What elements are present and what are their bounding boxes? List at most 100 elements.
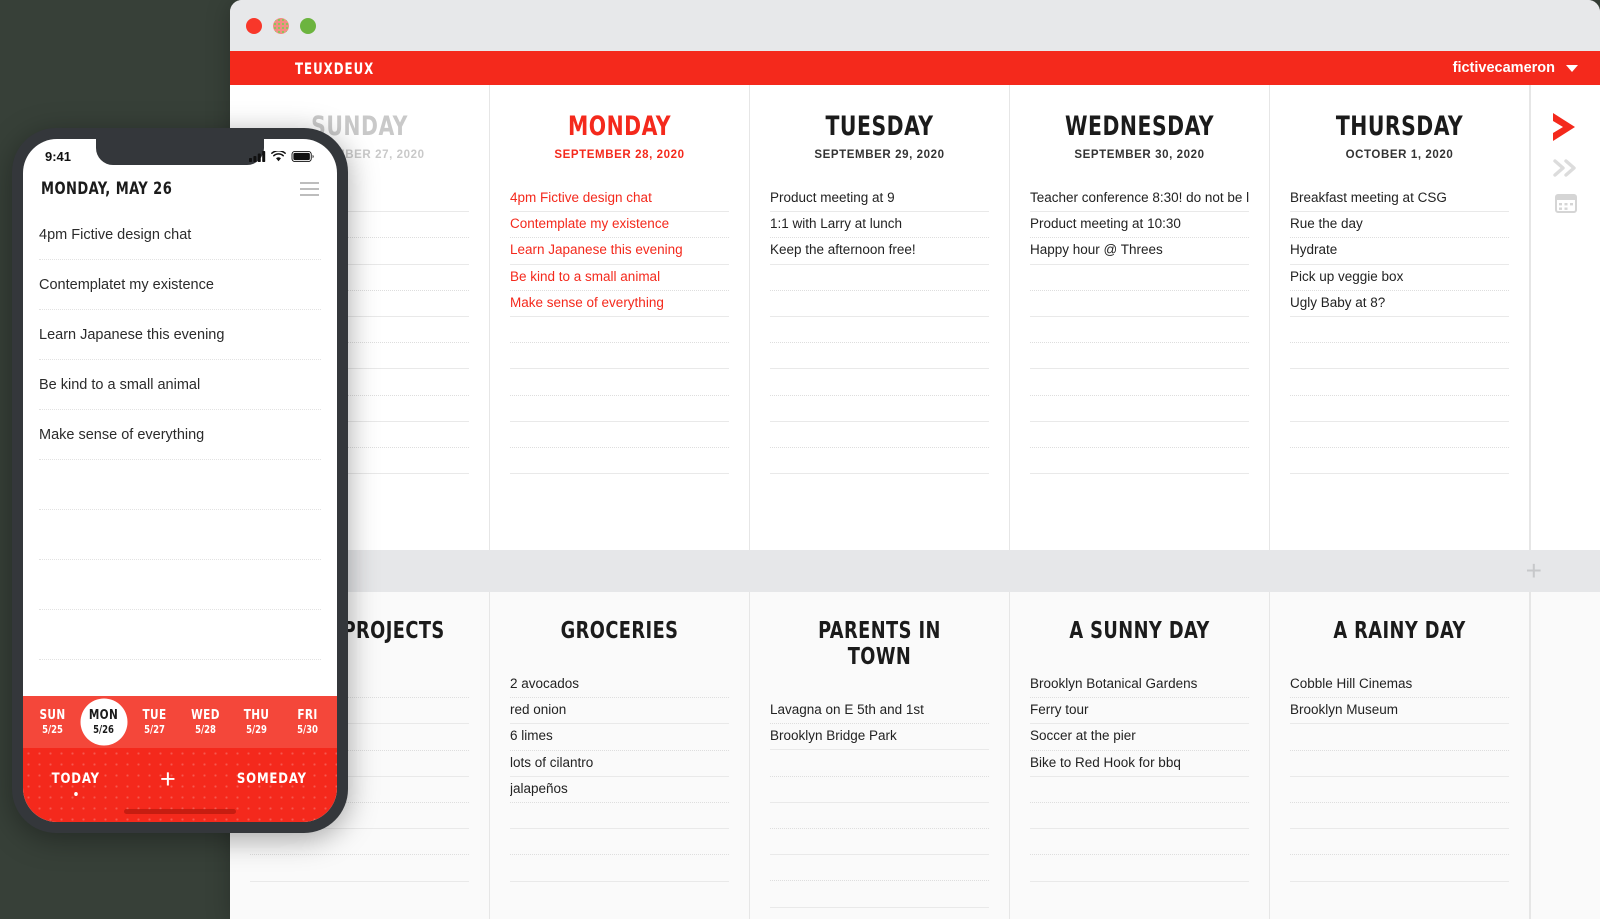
list-item[interactable]: Soccer at the pier	[1030, 724, 1249, 751]
todo-item[interactable]: Rue the day	[1290, 212, 1509, 239]
list-item[interactable]	[770, 829, 989, 856]
day-chip-tue[interactable]: TUE 5/27	[129, 708, 180, 736]
todo-item[interactable]	[510, 369, 729, 396]
list-item[interactable]	[770, 803, 989, 829]
list-item[interactable]: Bike to Red Hook for bbq	[1030, 751, 1249, 777]
todo-item[interactable]	[510, 422, 729, 448]
list-item[interactable]	[1290, 777, 1509, 803]
phone-todo-item[interactable]: Learn Japanese this evening	[39, 310, 321, 360]
double-chevron-right-icon[interactable]	[1552, 159, 1579, 177]
todo-item[interactable]: Happy hour @ Threes	[1030, 238, 1249, 265]
list-item[interactable]	[1030, 803, 1249, 830]
phone-todo-item[interactable]: 4pm Fictive design chat	[39, 210, 321, 260]
list-item[interactable]: Brooklyn Bridge Park	[770, 724, 989, 751]
todo-item[interactable]	[770, 343, 989, 370]
add-todo-button[interactable]: +	[160, 765, 176, 805]
todo-item[interactable]	[510, 396, 729, 422]
todo-item[interactable]: Product meeting at 10:30	[1030, 212, 1249, 239]
chevron-right-icon[interactable]	[1549, 111, 1583, 143]
todo-item[interactable]	[510, 317, 729, 344]
todo-item[interactable]	[770, 448, 989, 475]
todo-item[interactable]: 4pm Fictive design chat	[510, 186, 729, 213]
todo-item[interactable]	[1030, 448, 1249, 475]
todo-item[interactable]: Pick up veggie box	[1290, 265, 1509, 291]
phone-todo-item[interactable]	[39, 610, 321, 660]
hamburger-menu-icon[interactable]	[300, 181, 319, 196]
todo-item[interactable]	[1030, 422, 1249, 448]
todo-item[interactable]: Hydrate	[1290, 238, 1509, 265]
phone-todo-item[interactable]: Be kind to a small animal	[39, 360, 321, 410]
list-item[interactable]: Brooklyn Botanical Gardens	[1030, 672, 1249, 699]
list-item[interactable]: 2 avocados	[510, 672, 729, 699]
todo-item[interactable]	[510, 343, 729, 370]
list-item[interactable]	[1030, 777, 1249, 803]
day-chip-wed[interactable]: WED 5/28	[180, 708, 231, 736]
list-title[interactable]: PARENTS IN TOWN	[785, 618, 973, 670]
todo-item[interactable]	[770, 291, 989, 317]
list-item[interactable]	[510, 803, 729, 830]
add-list-button[interactable]: +	[1526, 557, 1542, 585]
todo-item[interactable]	[1290, 396, 1509, 422]
todo-item[interactable]	[1030, 265, 1249, 291]
todo-item[interactable]: Make sense of everything	[510, 291, 729, 317]
list-title[interactable]: A SUNNY DAY	[1045, 618, 1233, 644]
todo-item[interactable]: Be kind to a small animal	[510, 265, 729, 291]
list-item[interactable]	[770, 750, 989, 777]
zoom-window-button[interactable]	[300, 17, 316, 34]
phone-todo-item[interactable]	[39, 510, 321, 560]
list-item[interactable]	[510, 829, 729, 856]
user-menu[interactable]: fictivecameron	[1453, 60, 1578, 76]
day-chip-sun[interactable]: SUN 5/25	[27, 708, 78, 736]
phone-todo-item[interactable]: Make sense of everything	[39, 410, 321, 460]
list-item[interactable]	[1030, 855, 1249, 882]
list-title[interactable]: A RAINY DAY	[1305, 618, 1493, 644]
todo-item[interactable]	[1290, 448, 1509, 475]
todo-item[interactable]: Contemplate my existence	[510, 212, 729, 239]
todo-item[interactable]	[770, 422, 989, 448]
day-chip-fri[interactable]: FRI 5/30	[282, 708, 333, 736]
list-item[interactable]: Brooklyn Museum	[1290, 698, 1509, 725]
list-title[interactable]: GROCERIES	[525, 618, 713, 644]
list-item[interactable]	[250, 855, 469, 882]
list-item[interactable]	[1290, 829, 1509, 856]
list-item[interactable]	[510, 855, 729, 882]
todo-item[interactable]	[1030, 317, 1249, 344]
list-item[interactable]	[770, 777, 989, 803]
todo-item[interactable]	[1290, 369, 1509, 396]
app-logo[interactable]: TEUXDEUX	[295, 59, 374, 78]
list-item[interactable]	[770, 881, 989, 908]
close-window-button[interactable]	[246, 17, 262, 34]
todo-item[interactable]	[770, 265, 989, 291]
list-item[interactable]	[1290, 855, 1509, 882]
list-item[interactable]	[250, 829, 469, 856]
someday-button[interactable]: SOMEDAY	[237, 771, 307, 799]
list-item[interactable]	[1030, 829, 1249, 856]
phone-todo-item[interactable]	[39, 560, 321, 610]
todo-item[interactable]	[1290, 422, 1509, 448]
list-item[interactable]: red onion	[510, 698, 729, 725]
todo-item[interactable]	[510, 448, 729, 475]
list-item[interactable]: lots of cilantro	[510, 751, 729, 777]
minimize-window-button[interactable]	[273, 17, 289, 34]
todo-item[interactable]: Ugly Baby at 8?	[1290, 291, 1509, 317]
todo-item[interactable]: 1:1 with Larry at lunch	[770, 212, 989, 239]
day-chip-mon[interactable]: MON 5/26	[78, 708, 129, 736]
list-item[interactable]	[1290, 724, 1509, 751]
phone-todo-item[interactable]: Contemplatet my existence	[39, 260, 321, 310]
todo-item[interactable]: Teacher conference 8:30! do not be late!	[1030, 186, 1249, 213]
list-item[interactable]: Lavagna on E 5th and 1st	[770, 698, 989, 725]
todo-item[interactable]	[770, 396, 989, 422]
todo-item[interactable]: Product meeting at 9	[770, 186, 989, 213]
todo-item[interactable]	[1030, 291, 1249, 317]
todo-item[interactable]: Keep the afternoon free!	[770, 238, 989, 265]
phone-todo-item[interactable]	[39, 460, 321, 510]
todo-item[interactable]	[770, 317, 989, 344]
todo-item[interactable]: Breakfast meeting at CSG	[1290, 186, 1509, 213]
list-item[interactable]: jalapeños	[510, 777, 729, 803]
list-item[interactable]: 6 limes	[510, 724, 729, 751]
todo-item[interactable]	[770, 369, 989, 396]
todo-item[interactable]	[1290, 317, 1509, 344]
day-chip-thu[interactable]: THU 5/29	[231, 708, 282, 736]
todo-item[interactable]	[1030, 396, 1249, 422]
list-item[interactable]: Ferry tour	[1030, 698, 1249, 725]
